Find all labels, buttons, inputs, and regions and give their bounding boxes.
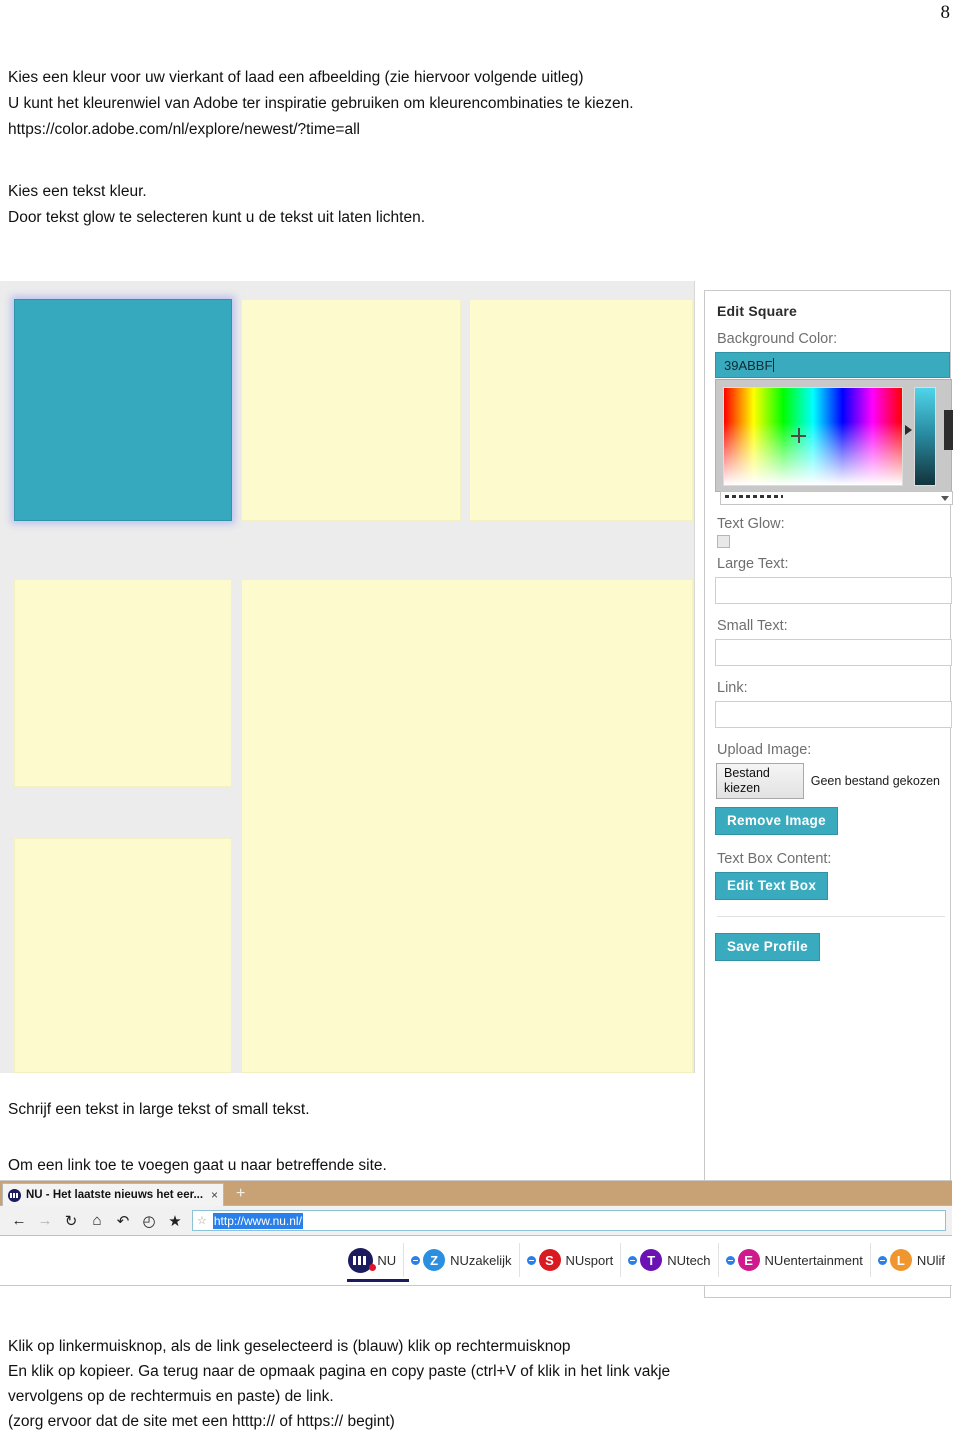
nu-bullet-icon: [725, 1255, 735, 1265]
close-icon[interactable]: ×: [211, 1188, 218, 1202]
picker-scroll-thumb[interactable]: [944, 410, 953, 450]
nu-bullet-icon: [877, 1255, 887, 1265]
edit-text-box-button[interactable]: Edit Text Box: [715, 872, 829, 900]
nu-favicon-icon: [8, 1188, 21, 1202]
new-tab-button[interactable]: +: [236, 1184, 245, 1204]
chevron-down-icon[interactable]: [941, 496, 949, 501]
instructions-line-4: (zorg ervoor dat de site met een htttp:/…: [8, 1413, 395, 1430]
hue-pointer-icon: [905, 425, 912, 435]
intro-line-1: Kies een kleur voor uw vierkant of laad …: [8, 69, 584, 86]
instructions-paragraph: Klik op linkermuisknop, als de link gese…: [8, 1334, 670, 1434]
nu-bullet-icon: [628, 1255, 638, 1265]
file-chooser-row: Bestand kiezen Geen bestand gekozen: [716, 763, 940, 799]
nu-nav-item-nutech[interactable]: T NUtech: [620, 1243, 717, 1277]
small-text-label: Small Text:: [717, 618, 788, 634]
choose-file-button[interactable]: Bestand kiezen: [716, 763, 804, 799]
grid-tile[interactable]: [14, 838, 232, 1073]
text-glow-checkbox[interactable]: [717, 535, 730, 548]
grid-tile[interactable]: [14, 579, 232, 787]
intro-paragraph: Kies een kleur voor uw vierkant of laad …: [8, 65, 634, 143]
nu-red-dot-icon: [369, 1263, 377, 1271]
forward-icon[interactable]: →: [32, 1212, 58, 1229]
nu-nav-label: NUentertainment: [764, 1252, 863, 1268]
intro-line-2: U kunt het kleurenwiel van Adobe ter ins…: [8, 95, 634, 112]
large-text-input[interactable]: [715, 577, 952, 604]
large-text-label: Large Text:: [717, 556, 789, 572]
grid-tile[interactable]: [241, 299, 461, 521]
picker-crosshair-icon: [791, 428, 806, 443]
background-color-input[interactable]: 39ABBF: [715, 352, 950, 378]
color-picker-popup[interactable]: [715, 379, 953, 505]
nu-nav-label: NU: [377, 1252, 397, 1268]
upload-image-label: Upload Image:: [717, 742, 812, 758]
nuzakelijk-badge-icon: Z: [423, 1249, 446, 1271]
text-color-line-2: Door tekst glow te selecteren kunt u de …: [8, 209, 426, 226]
grid-tile[interactable]: [469, 299, 693, 521]
tab-title: NU - Het laatste nieuws het eer...: [26, 1189, 204, 1201]
panel-divider: [717, 916, 945, 917]
reload-icon[interactable]: ↻: [58, 1212, 84, 1230]
browser-tabstrip: NU - Het laatste nieuws het eer... × +: [0, 1181, 952, 1206]
text-color-paragraph: Kies een tekst kleur. Door tekst glow te…: [8, 179, 425, 231]
nu-nav-label: NUlif: [916, 1252, 945, 1268]
nu-nav-item-nuentertainment[interactable]: E NUentertainment: [717, 1243, 870, 1277]
nu-logo-icon: [348, 1247, 377, 1273]
text-glow-label: Text Glow:: [717, 516, 785, 532]
nulifestyle-badge-icon: L: [889, 1249, 912, 1271]
back-icon[interactable]: ←: [6, 1212, 32, 1229]
small-text-input[interactable]: [715, 639, 952, 666]
nu-nav-item-nuzakelijk[interactable]: Z NUzakelijk: [403, 1243, 518, 1277]
history-icon[interactable]: ◴: [136, 1212, 162, 1230]
grid-tile[interactable]: [241, 579, 693, 1073]
link-instruction-line: Om een link toe te voegen gaat u naar be…: [8, 1157, 387, 1174]
brightness-slider[interactable]: [914, 387, 936, 486]
adobe-color-url: https://color.adobe.com/nl/explore/newes…: [8, 121, 360, 138]
schrijf-line: Schrijf een tekst in large tekst of smal…: [8, 1101, 310, 1118]
save-profile-button[interactable]: Save Profile: [715, 933, 820, 961]
picker-dashes-icon: [725, 495, 783, 498]
nu-bullet-icon: [526, 1255, 536, 1265]
nu-nav-item-nulifestyle[interactable]: L NUlif: [869, 1243, 952, 1277]
star-outline-icon[interactable]: ☆: [197, 1214, 207, 1227]
nusport-badge-icon: S: [538, 1249, 561, 1271]
nu-nav-item-nu[interactable]: NU: [341, 1243, 410, 1282]
saturation-value-area[interactable]: [723, 387, 903, 486]
grid-tile-selected[interactable]: [14, 299, 232, 521]
url-value: http://www.nu.nl/: [212, 1212, 303, 1229]
text-box-content-label: Text Box Content:: [717, 851, 832, 867]
text-caret: [773, 358, 775, 372]
nu-site-navigation: NU Z NUzakelijk S NUsport T NUtech E NUe…: [0, 1236, 952, 1284]
nutech-badge-icon: T: [640, 1249, 663, 1271]
nu-nav-item-nusport[interactable]: S NUsport: [518, 1243, 621, 1277]
home-icon[interactable]: ⌂: [84, 1212, 110, 1229]
nu-nav-label: NUzakelijk: [450, 1252, 512, 1268]
browser-tab[interactable]: NU - Het laatste nieuws het eer... ×: [2, 1183, 224, 1206]
remove-image-button[interactable]: Remove Image: [715, 807, 838, 835]
instructions-line-2: En klik op kopieer. Ga terug naar de opm…: [8, 1363, 671, 1380]
nu-nav-label: NUsport: [565, 1252, 614, 1268]
link-label: Link:: [717, 680, 748, 696]
background-color-label: Background Color:: [717, 331, 838, 347]
browser-navbar: ← → ↻ ⌂ ↶ ◴ ★ ☆ http://www.nu.nl/: [0, 1206, 952, 1236]
instructions-line-3: vervolgens op de rechtermuis en paste) d…: [8, 1388, 334, 1405]
nuentertainment-badge-icon: E: [737, 1249, 760, 1271]
editor-screenshot: Edit Square Background Color: 39ABBF Tex…: [0, 281, 953, 1298]
edit-square-panel: Edit Square Background Color: 39ABBF Tex…: [704, 290, 953, 1298]
instructions-line-1: Klik op linkermuisknop, als de link gese…: [8, 1338, 571, 1355]
square-grid-canvas[interactable]: [0, 281, 695, 1073]
nu-nav-label: NUtech: [667, 1252, 711, 1268]
link-input[interactable]: [715, 701, 952, 728]
panel-title: Edit Square: [717, 303, 797, 319]
browser-screenshot: NU - Het laatste nieuws het eer... × + ←…: [0, 1180, 952, 1286]
undo-icon[interactable]: ↶: [110, 1212, 136, 1230]
address-bar[interactable]: ☆ http://www.nu.nl/: [192, 1210, 946, 1231]
page-number: 8: [940, 2, 951, 23]
background-color-value: 39ABBF: [724, 358, 773, 373]
nu-bullet-icon: [411, 1255, 421, 1265]
text-color-line-1: Kies een tekst kleur.: [8, 183, 147, 200]
picker-footer[interactable]: [720, 491, 953, 505]
file-status-text: Geen bestand gekozen: [810, 774, 940, 788]
bookmark-star-icon[interactable]: ★: [162, 1212, 188, 1230]
